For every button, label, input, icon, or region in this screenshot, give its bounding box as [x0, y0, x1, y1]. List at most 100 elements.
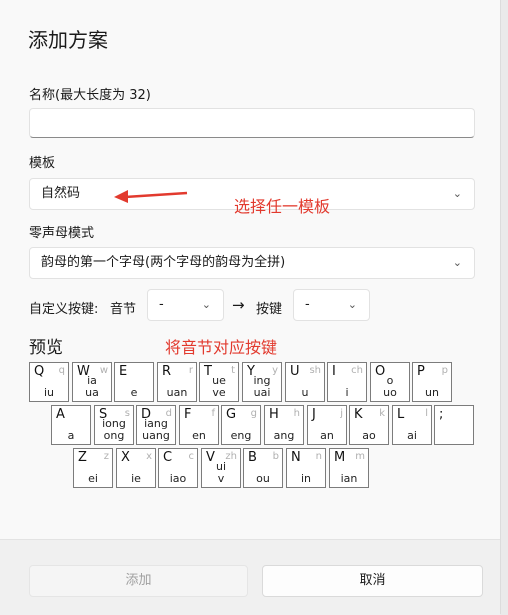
key-initial: f — [211, 408, 215, 419]
key-letter: C — [163, 450, 173, 465]
key-final: ia ua — [85, 374, 99, 399]
chevron-down-icon: ⌄ — [452, 256, 462, 269]
add-scheme-dialog: 添加方案 名称(最大长度为 32) 模板 自然码 ⌄ 选择任一模板 零声母模式 … — [0, 0, 501, 615]
key-letter: J — [312, 407, 316, 422]
syllable-value: - — [159, 297, 164, 312]
key-t: Tt ue ve — [199, 362, 239, 402]
key-w: Ww ia ua — [72, 362, 112, 402]
key-initial: n — [315, 451, 322, 462]
key-value: - — [305, 297, 310, 312]
key-letter: E — [119, 364, 128, 379]
key-letter: M — [334, 450, 346, 465]
key-s: Ss iong ong — [94, 405, 134, 445]
key-final: iong ong — [102, 417, 126, 442]
zero-initial-label: 零声母模式 — [29, 226, 95, 241]
key-final: ei — [88, 472, 98, 485]
key-initial: x — [146, 451, 152, 462]
key-final: ao — [362, 429, 376, 442]
key-initial: q — [58, 365, 65, 376]
dialog-title: 添加方案 — [28, 28, 108, 52]
key-select[interactable]: - ⌄ — [293, 289, 370, 321]
key-final: u — [301, 386, 309, 399]
name-label: 名称(最大长度为 32) — [29, 88, 151, 103]
key-letter: U — [290, 364, 300, 379]
key-i: Ich i — [327, 362, 367, 402]
syllable-select[interactable]: - ⌄ — [147, 289, 224, 321]
key-d: Dd iang uang — [136, 405, 176, 445]
key-final: eng — [230, 429, 252, 442]
key-initial: m — [355, 451, 365, 462]
key-letter: Z — [78, 450, 87, 465]
key-final: uan — [166, 386, 188, 399]
key-final: ui v — [215, 460, 227, 485]
template-annotation: 选择任一模板 — [234, 197, 331, 216]
key-letter: ; — [439, 407, 444, 422]
key-initial: l — [425, 408, 428, 419]
key-a: Aa — [51, 405, 91, 445]
key-v: Vzh ui v — [201, 448, 241, 488]
add-button[interactable]: 添加 — [29, 565, 248, 597]
key-l: Ll ai — [392, 405, 432, 445]
key-g: Gg eng — [221, 405, 261, 445]
key-final: ie — [131, 472, 141, 485]
key-letter: R — [162, 364, 172, 379]
annotation-arrow-icon — [114, 190, 188, 203]
key-letter: H — [269, 407, 279, 422]
key-final: a — [67, 429, 75, 442]
key-final: ang — [273, 429, 295, 442]
key-final: en — [192, 429, 206, 442]
key-b: Bb ou — [243, 448, 283, 488]
zero-initial-select[interactable]: 韵母的第一个字母(两个字母的韵母为全拼) ⌄ — [29, 247, 475, 279]
key-o: Oo uo — [370, 362, 410, 402]
key-final: ai — [407, 429, 417, 442]
key-k: Kk ao — [349, 405, 389, 445]
key-initial: z — [103, 451, 109, 462]
arrow-right-icon: → — [232, 296, 245, 314]
key-p: Pp un — [412, 362, 452, 402]
key-initial: r — [188, 365, 193, 376]
key-y: Yy ing uai — [242, 362, 282, 402]
key-initial: p — [441, 365, 448, 376]
key-letter: G — [226, 407, 237, 422]
chevron-down-icon: ⌄ — [347, 298, 357, 311]
key-letter: B — [248, 450, 257, 465]
template-value: 自然码 — [41, 186, 81, 201]
key-u: Ush u — [285, 362, 325, 402]
key-final: e — [130, 386, 138, 399]
key-x: Xx ie — [116, 448, 156, 488]
key-final: iang uang — [142, 417, 170, 442]
key-n: Nn in — [286, 448, 326, 488]
key-c: Cc iao — [158, 448, 198, 488]
key-final: ian — [340, 472, 358, 485]
key-initial: sh — [309, 365, 321, 376]
chevron-down-icon: ⌄ — [201, 298, 211, 311]
template-label: 模板 — [29, 156, 56, 171]
key-letter: K — [354, 407, 363, 422]
mapping-annotation: 将音节对应按键 — [165, 338, 278, 357]
key-j: Jj an — [307, 405, 347, 445]
key-z: Zz ei — [73, 448, 113, 488]
name-input[interactable] — [29, 108, 475, 138]
key-initial: g — [250, 408, 257, 419]
key-final: un — [425, 386, 439, 399]
key-final: ue ve — [212, 374, 226, 399]
key-semicolon: ; — [434, 405, 474, 445]
key-letter: I — [332, 364, 336, 379]
key-letter: P — [417, 364, 425, 379]
key-label: 按键 — [256, 302, 283, 317]
key-letter: F — [184, 407, 192, 422]
key-initial: h — [293, 408, 300, 419]
key-final: iao — [169, 472, 187, 485]
key-m: Mm ian — [329, 448, 369, 488]
key-letter: Q — [34, 364, 45, 379]
cancel-button[interactable]: 取消 — [262, 565, 483, 597]
key-q: Qq iu — [29, 362, 69, 402]
key-e: Ee — [114, 362, 154, 402]
key-initial: b — [272, 451, 279, 462]
zero-initial-value: 韵母的第一个字母(两个字母的韵母为全拼) — [41, 255, 286, 270]
key-initial: j — [340, 408, 343, 419]
key-final: in — [300, 472, 312, 485]
key-r: Rr uan — [157, 362, 197, 402]
key-letter: A — [56, 407, 65, 422]
key-initial: c — [188, 451, 195, 462]
